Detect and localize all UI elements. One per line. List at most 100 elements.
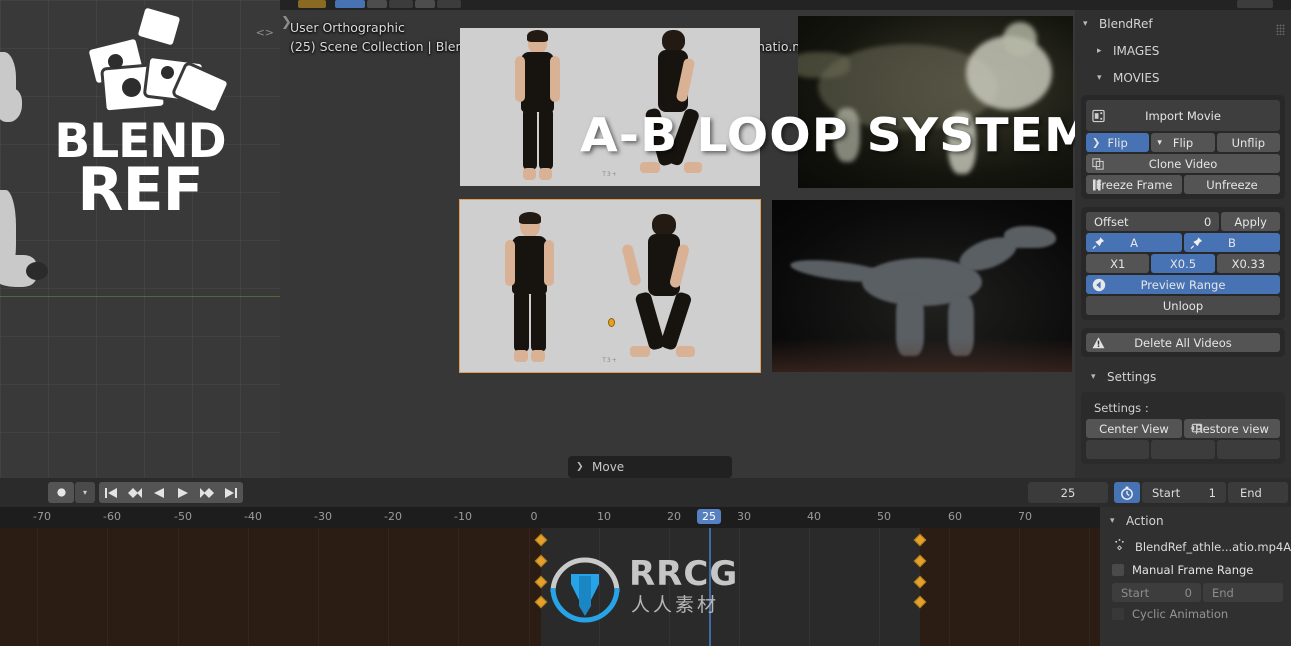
flip-dropdown-button[interactable]: ▾ Flip xyxy=(1151,133,1215,152)
apply-offset-button[interactable]: Apply xyxy=(1221,212,1280,231)
panel-grip-icon[interactable] xyxy=(1276,24,1285,35)
object-origin-dot[interactable] xyxy=(608,318,615,327)
chevron-down-icon: ▾ xyxy=(1157,137,1162,148)
sidebar-root-blendref[interactable]: ▾ BlendRef xyxy=(1075,10,1291,37)
manual-frame-range-row[interactable]: Manual Frame Range xyxy=(1100,560,1291,580)
jump-to-start-button[interactable] xyxy=(99,482,123,503)
frame-end-field[interactable]: End xyxy=(1228,482,1288,503)
location-value-1[interactable] xyxy=(1151,440,1215,459)
offset-value: 0 xyxy=(1204,214,1212,229)
sidebar-section-images[interactable]: ▸ IMAGES xyxy=(1075,37,1291,64)
set-b-button[interactable]: B xyxy=(1184,233,1280,252)
logo-photo-cards xyxy=(35,7,245,120)
prev-keyframe-button[interactable] xyxy=(123,482,147,503)
timeline-tick-label: 70 xyxy=(1018,510,1032,523)
main-3d-viewport[interactable]: ❯ User Orthographic (25) Scene Collectio… xyxy=(280,10,1075,478)
timeline-tick-label: -40 xyxy=(244,510,262,523)
current-frame-field[interactable]: 25 xyxy=(1028,482,1108,503)
person2-arm-left xyxy=(505,240,515,286)
toolbar-chip-4[interactable] xyxy=(437,0,461,8)
person-foot-left xyxy=(523,168,536,180)
stopwatch-icon xyxy=(1121,486,1133,500)
person2-hair xyxy=(519,212,541,224)
auto-keying-toggle[interactable] xyxy=(48,482,74,503)
toolbar-chip-5[interactable] xyxy=(1237,0,1273,8)
frame-start-field[interactable]: Start 1 xyxy=(1142,482,1226,503)
view-buttons-row: Center View Restore view xyxy=(1086,419,1280,438)
speed-x033-button[interactable]: X0.33 xyxy=(1216,254,1280,273)
restore-view-button[interactable]: Restore view xyxy=(1184,419,1280,438)
set-a-button[interactable]: A xyxy=(1086,233,1182,252)
action-section-label: Action xyxy=(1126,513,1164,528)
timeline-gridline xyxy=(37,528,38,646)
preview-range-button[interactable]: Preview Range xyxy=(1086,275,1280,294)
person2-side-foot-back xyxy=(630,346,650,357)
toolbar-chip-3[interactable] xyxy=(415,0,435,8)
action-section-header[interactable]: ▾ Action xyxy=(1100,507,1291,534)
delete-all-videos-button[interactable]: Delete All Videos xyxy=(1086,333,1280,352)
manual-frame-range-checkbox[interactable] xyxy=(1112,564,1124,576)
person-side-foot-front xyxy=(684,162,702,173)
offset-field[interactable]: Offset 0 xyxy=(1086,212,1220,231)
toolbar-chip-orange[interactable] xyxy=(298,0,326,8)
timeline-gridline xyxy=(529,528,530,646)
action-name-row[interactable]: BlendRef_athle...atio.mp4A.( xyxy=(1100,534,1291,560)
clone-video-button[interactable]: Clone Video xyxy=(1086,154,1280,173)
properties-sidebar[interactable]: ▾ BlendRef ▸ IMAGES ▾ MOVIES Import Movi… xyxy=(1075,10,1291,478)
play-button[interactable] xyxy=(171,482,195,503)
operator-panel-move[interactable]: ❯ Move xyxy=(568,456,732,478)
unloop-button[interactable]: Unloop xyxy=(1086,296,1280,315)
rrcg-watermark-subtext: 人人素材 xyxy=(631,594,720,616)
speed-x1-button[interactable]: X1 xyxy=(1086,254,1150,273)
use-preview-range-toggle[interactable] xyxy=(1114,482,1140,503)
blendref-logo: BLEND REF xyxy=(35,7,245,226)
import-movie-button[interactable]: Import Movie xyxy=(1086,100,1280,131)
video-thumb-dinosaur[interactable] xyxy=(772,200,1072,372)
video-thumb-cat[interactable] xyxy=(798,16,1073,188)
auto-keying-options-dropdown[interactable]: ▾ xyxy=(75,482,95,503)
freeze-frame-button[interactable]: Freeze Frame xyxy=(1086,175,1182,194)
video-thumb-walk-bottom[interactable]: T3+ xyxy=(459,199,761,373)
next-keyframe-button[interactable] xyxy=(195,482,219,503)
action-sidebar[interactable]: ▾ Action BlendRef_athle...atio.mp4A.( Ma… xyxy=(1100,507,1291,646)
toolbar-chip-1[interactable] xyxy=(367,0,387,8)
sidebar-section-settings[interactable]: ▾ Settings xyxy=(1075,363,1291,390)
location-field[interactable] xyxy=(1086,440,1150,459)
sidebar-section-movies[interactable]: ▾ MOVIES xyxy=(1075,64,1291,91)
cat-tail-shape xyxy=(798,52,850,78)
cyclic-animation-checkbox[interactable] xyxy=(1112,608,1124,620)
flip-label: Flip xyxy=(1172,135,1194,150)
cyclic-animation-row[interactable]: Cyclic Animation xyxy=(1100,602,1291,624)
unfreeze-button[interactable]: Unfreeze xyxy=(1184,175,1280,194)
video-thumb-walk-top[interactable]: T3+ xyxy=(460,28,760,186)
speed-x05-button[interactable]: X0.5 xyxy=(1151,254,1215,273)
center-view-button[interactable]: Center View xyxy=(1086,419,1182,438)
back-arrow-circle-icon xyxy=(1092,278,1106,292)
left-3d-viewport[interactable]: BLEND REF <> xyxy=(0,0,280,478)
location-value-2[interactable] xyxy=(1216,440,1280,459)
toolbar-chip-2[interactable] xyxy=(389,0,413,8)
unflip-button[interactable]: Unflip xyxy=(1216,133,1280,152)
play-reverse-button[interactable] xyxy=(147,482,171,503)
action-start-field[interactable]: Start 0 xyxy=(1112,583,1201,602)
chevron-down-icon: ▾ xyxy=(1097,72,1102,83)
timeline-ruler[interactable]: -70 -60 -50 -40 -30 -20 -10 0 10 20 30 40 50 60 70 25 xyxy=(0,507,1291,528)
action-end-field[interactable]: End xyxy=(1203,583,1283,602)
flip-active-button[interactable]: ❯ Flip xyxy=(1086,133,1150,152)
rrcg-watermark-text: RRCG xyxy=(629,554,739,594)
b-label: B xyxy=(1228,235,1236,250)
logo-text-ref: REF xyxy=(77,155,203,226)
viewport-collapse-arrows-icon[interactable]: <> xyxy=(256,26,274,39)
thumb-watermark-bottom: T3+ xyxy=(602,357,618,364)
timeline-tick-label: 40 xyxy=(807,510,821,523)
speed-x05-label: X0.5 xyxy=(1169,256,1197,271)
overlay-title-text: A-B LOOP SYSTEM ! xyxy=(580,108,1075,162)
timeline-tick-label: 0 xyxy=(530,510,538,523)
jump-to-end-button[interactable] xyxy=(219,482,243,503)
toolbar-chip-blue[interactable] xyxy=(335,0,365,8)
timeline-current-frame-indicator[interactable]: 25 xyxy=(697,509,721,524)
timeline-tick-label: -30 xyxy=(314,510,332,523)
frame-start-value: 1 xyxy=(1208,485,1216,500)
import-movie-label: Import Movie xyxy=(1145,108,1221,123)
dino-floor-glow xyxy=(772,338,1072,372)
